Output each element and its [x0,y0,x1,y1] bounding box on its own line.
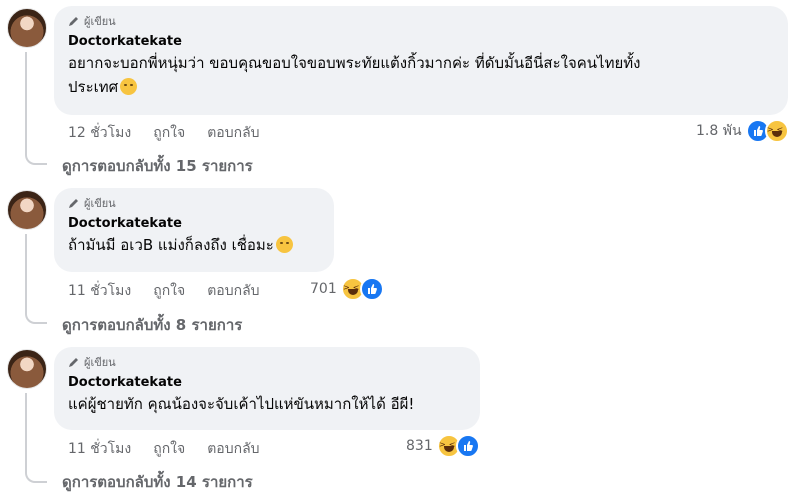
comment-bubble: ผู้เขียน Doctorkatekate อยากจะบอกพี่หนุ่… [54,6,788,115]
view-replies-link[interactable]: ดูการตอบกลับทั้ง 14 รายการ [62,470,253,494]
comment-text-line: อยากจะบอกพี่หนุ่มว่า ขอบคุณขอบใจขอบพระทั… [68,54,641,72]
comment-actions: 11 ชั่วโมง ถูกใจ ตอบกลับ [68,438,282,460]
author-badge-label: ผู้เขียน [84,15,116,28]
reaction-summary[interactable]: 701 >< [310,277,384,301]
pencil-icon [69,17,78,26]
like-button[interactable]: ถูกใจ [153,122,185,144]
reaction-count: 1.8 พัน [696,123,742,139]
like-button[interactable]: ถูกใจ [153,438,185,460]
comment-text: อยากจะบอกพี่หนุ่มว่า ขอบคุณขอบใจขอบพระทั… [68,51,774,99]
view-replies-link[interactable]: ดูการตอบกลับทั้ง 15 รายการ [62,154,253,178]
comment-text: แค่ผู้ชายทัก คุณน้องจะจับเค้าไปแห่ขันหมา… [68,395,415,413]
comment-time[interactable]: 11 ชั่วโมง [68,438,131,460]
reply-button[interactable]: ตอบกลับ [207,438,259,460]
reaction-count: 831 [406,438,433,454]
author-badge: ผู้เขียน [68,355,466,369]
comment-text: ถ้ามันมี อเวB แม่งก็ลงถึง เชื่อมะ [68,233,320,257]
comment-time[interactable]: 12 ชั่วโมง [68,122,131,144]
comment-bubble: ผู้เขียน Doctorkatekate แค่ผู้ชายทัก คุณ… [54,347,480,430]
like-reaction-icon [455,434,480,458]
avatar[interactable] [7,190,47,230]
thread-connector [25,234,47,324]
comment-actions: 11 ชั่วโมง ถูกใจ ตอบกลับ [68,280,282,302]
author-name[interactable]: Doctorkatekate [68,34,774,49]
pencil-icon [69,199,78,208]
reaction-summary[interactable]: 1.8 พัน >< [696,119,789,143]
comment-text-tail: ประเทศ [68,78,119,96]
comment-time[interactable]: 11 ชั่วโมง [68,280,131,302]
like-reaction-icon [359,277,384,301]
author-badge: ผู้เขียน [68,14,774,28]
reaction-count: 701 [310,281,337,297]
author-badge-label: ผู้เขียน [84,197,116,210]
thread-connector [25,52,47,165]
reply-button[interactable]: ตอบกลับ [207,122,259,144]
author-badge-label: ผู้เขียน [84,356,116,369]
comment-text-line: ประเทศ [68,75,774,99]
reaction-summary[interactable]: 831 >< [406,434,480,458]
avatar[interactable] [7,8,47,48]
author-name[interactable]: Doctorkatekate [68,216,320,231]
author-badge: ผู้เขียน [68,196,320,210]
like-button[interactable]: ถูกใจ [153,280,185,302]
pencil-icon [69,358,78,367]
avatar[interactable] [7,349,47,389]
reply-button[interactable]: ตอบกลับ [207,280,259,302]
winking-emoji-icon [275,236,293,253]
haha-reaction-icon: >< [764,119,789,143]
comment-text-line: ถ้ามันมี อเวB แม่งก็ลงถึง เชื่อมะ [68,236,274,254]
author-name[interactable]: Doctorkatekate [68,375,466,390]
smiling-emoji-icon [120,78,138,95]
view-replies-link[interactable]: ดูการตอบกลับทั้ง 8 รายการ [62,313,242,337]
comment-actions: 12 ชั่วโมง ถูกใจ ตอบกลับ [68,122,282,144]
comment-bubble: ผู้เขียน Doctorkatekate ถ้ามันมี อเวB แม… [54,188,334,272]
thread-connector [25,393,47,483]
